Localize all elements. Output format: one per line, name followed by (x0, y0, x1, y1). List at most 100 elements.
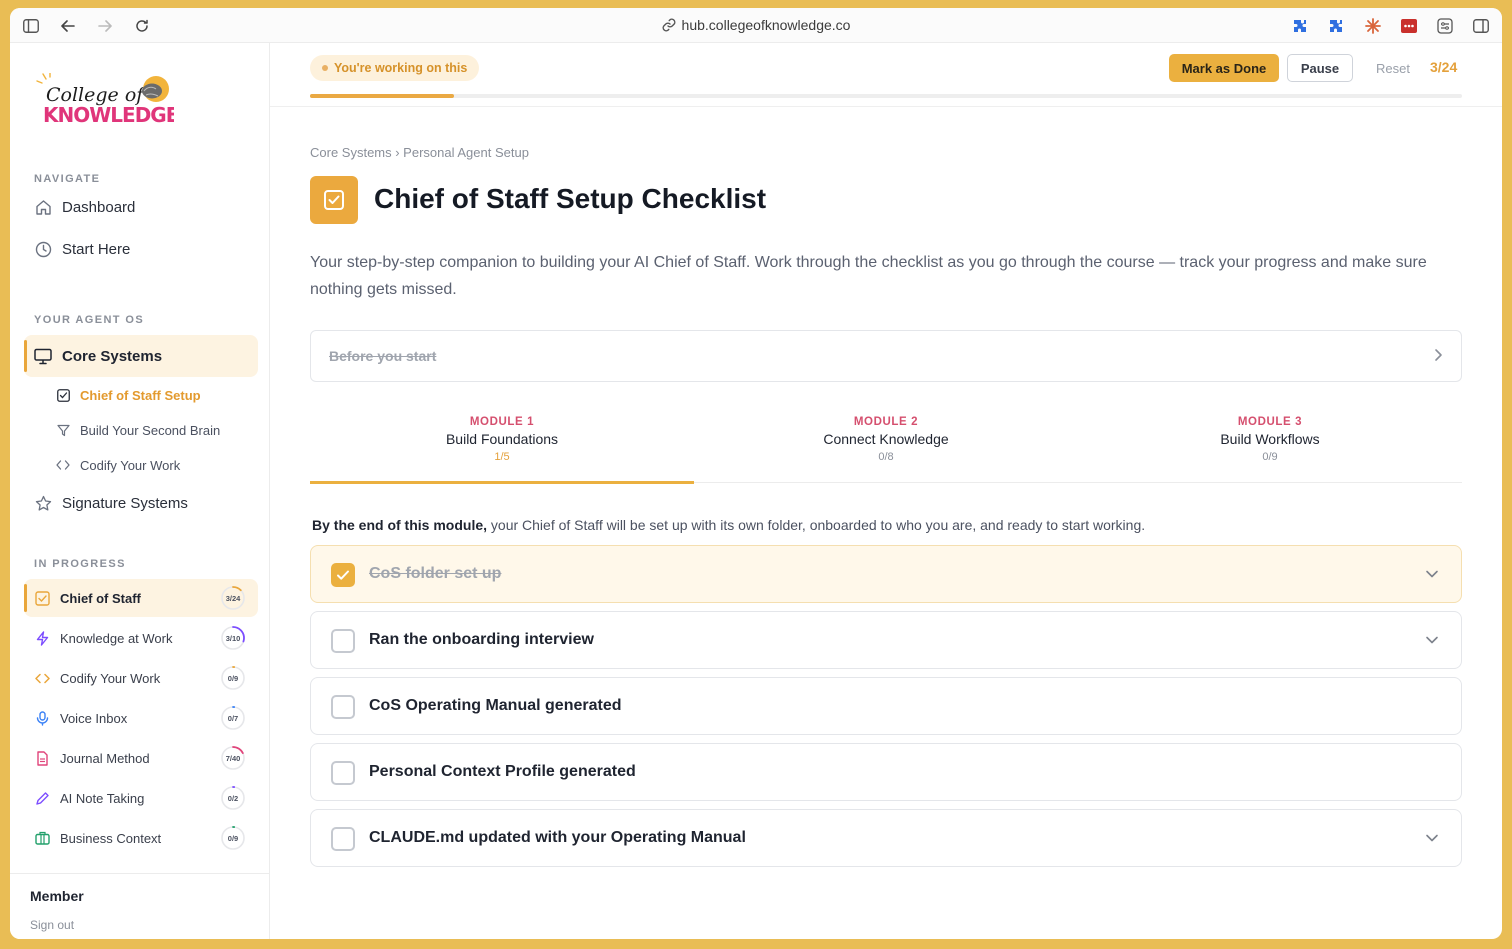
link-icon (662, 18, 676, 35)
chevron-down-icon[interactable] (1425, 566, 1439, 584)
nav-dashboard-label: Dashboard (62, 198, 136, 216)
in-progress-item-label: Journal Method (60, 750, 150, 766)
nav-dashboard[interactable]: Dashboard (24, 187, 258, 227)
main-content: You're working on this Mark as Done Paus… (270, 43, 1502, 939)
checklist-item[interactable]: Personal Context Profile generated (310, 743, 1462, 801)
breadcrumb: Core Systems › Personal Agent Setup (310, 145, 529, 160)
checkbox-icon (56, 388, 70, 402)
progress-ring: 0/9 (220, 825, 246, 851)
in-progress-item-label: AI Note Taking (60, 790, 145, 806)
tab-module-number: MODULE 1 (469, 416, 535, 428)
sub-item-label: Chief of Staff Setup (80, 387, 201, 403)
checklist-item-label: Ran the onboarding interview (369, 631, 594, 648)
checkbox[interactable] (331, 695, 355, 719)
in-progress-item[interactable]: Codify Your Work 0/9 (24, 659, 258, 697)
nav-start-here-label: Start Here (62, 240, 131, 258)
checklist-item-label: CoS folder set up (369, 565, 502, 582)
tab-module-count: 0/8 (878, 451, 894, 463)
sub-item-label: Codify Your Work (80, 457, 181, 473)
checkbox[interactable] (331, 629, 355, 653)
college-of-knowledge-logo[interactable]: College of KNOWLEDGE (34, 72, 180, 129)
divider (270, 106, 1502, 107)
nav-core-systems[interactable]: Core Systems (24, 335, 258, 377)
progress-ring-count: 0/7 (227, 713, 239, 723)
before-you-start-label: Before you start (329, 348, 437, 364)
sub-item-second-brain[interactable]: Build Your Second Brain (56, 416, 220, 444)
nav-core-systems-label: Core Systems (62, 347, 163, 365)
sub-item-chief-of-staff-setup[interactable]: Chief of Staff Setup (56, 381, 201, 409)
before-you-start-card[interactable]: Before you start (310, 330, 1462, 382)
puzzle-extension-icon[interactable] (1291, 17, 1309, 35)
browser-toolbar: hub.collegeofknowledge.co (10, 8, 1502, 43)
mark-as-done-button[interactable]: Mark as Done (1169, 54, 1279, 82)
settings-sliders-icon[interactable] (1436, 17, 1454, 35)
document-icon (34, 750, 50, 766)
progress-bar (310, 94, 1462, 98)
progress-ring-count: 0/9 (227, 833, 239, 843)
intro-text: Your step-by-step companion to building … (310, 254, 1427, 298)
briefcase-icon (34, 830, 50, 846)
progress-ring: 3/24 (220, 585, 246, 611)
checklist-item[interactable]: Ran the onboarding interview (310, 611, 1462, 669)
agent-os-section-label: YOUR AGENT OS (34, 314, 145, 326)
checkbox[interactable] (331, 761, 355, 785)
progress-bar-fill (310, 94, 454, 98)
reset-button[interactable]: Reset (1370, 54, 1416, 82)
split-view-icon[interactable] (1472, 17, 1490, 35)
in-progress-item[interactable]: AI Note Taking 0/2 (24, 779, 258, 817)
page-title: Chief of Staff Setup Checklist (374, 183, 767, 214)
check-icon (337, 570, 349, 580)
checklist-item[interactable]: CoS Operating Manual generated (310, 677, 1462, 735)
tab-module-1[interactable]: MODULE 1 Build Foundations 1/5 (310, 413, 694, 484)
in-progress-item[interactable]: Journal Method 7/40 (24, 739, 258, 777)
tab-module-count: 0/9 (1262, 451, 1278, 463)
puzzle-extension-icon-2[interactable] (1327, 17, 1345, 35)
pen-icon (34, 790, 50, 806)
chevron-down-icon[interactable] (1425, 632, 1439, 650)
sidebar: College of KNOWLEDGE NAVIGATE Dashboard … (10, 43, 270, 939)
claude-extension-icon[interactable] (1364, 17, 1382, 35)
code-icon (34, 670, 50, 686)
clock-icon (34, 240, 52, 258)
in-progress-item[interactable]: Chief of Staff 3/24 (24, 579, 258, 617)
tab-module-2[interactable]: MODULE 2 Connect Knowledge 0/8 (694, 413, 1078, 483)
code-icon (56, 458, 70, 472)
checklist-item[interactable]: CoS folder set up (310, 545, 1462, 603)
sign-out-link[interactable]: Sign out (30, 918, 250, 932)
progress-ring: 0/2 (220, 785, 246, 811)
monitor-icon (34, 347, 52, 365)
sub-item-label: Build Your Second Brain (80, 422, 221, 438)
tab-module-name: Connect Knowledge (823, 431, 949, 447)
progress-ring-count: 0/9 (227, 673, 239, 683)
checkbox[interactable] (331, 827, 355, 851)
in-progress-item-label: Business Context (60, 830, 162, 846)
progress-ring-count: 3/10 (225, 633, 241, 643)
in-progress-item[interactable]: Business Context 0/9 (24, 819, 258, 857)
in-progress-section-label: IN PROGRESS (34, 558, 126, 570)
nav-start-here[interactable]: Start Here (24, 229, 258, 269)
in-progress-item[interactable]: Knowledge at Work 3/10 (24, 619, 258, 657)
nav-signature-systems[interactable]: Signature Systems (24, 483, 258, 523)
sub-item-codify-work[interactable]: Codify Your Work (56, 451, 180, 479)
chevron-right-icon (1433, 348, 1443, 367)
checklist-item[interactable]: CLAUDE.md updated with your Operating Ma… (310, 809, 1462, 867)
in-progress-item-label: Knowledge at Work (60, 630, 173, 646)
more-extension-icon[interactable] (1400, 17, 1418, 35)
tab-module-3[interactable]: MODULE 3 Build Workflows 0/9 (1078, 413, 1462, 483)
module-description-bold: By the end of this module, (312, 517, 488, 533)
checkbox-icon (34, 590, 50, 606)
address-bar[interactable]: hub.collegeofknowledge.co (10, 17, 1502, 35)
browser-window: hub.collegeofknowledge.co College of KNO… (10, 8, 1502, 939)
in-progress-item[interactable]: Voice Inbox 0/7 (24, 699, 258, 737)
module-description-text: your Chief of Staff will be set up with … (487, 517, 1146, 533)
progress-ring: 0/7 (220, 705, 246, 731)
module-tabs: MODULE 1 Build Foundations 1/5 MODULE 2 … (310, 413, 1462, 484)
chevron-down-icon[interactable] (1425, 830, 1439, 848)
member-label: Member (30, 888, 84, 904)
checkbox[interactable] (331, 563, 355, 587)
nav-signature-systems-label: Signature Systems (62, 494, 188, 512)
tab-module-number: MODULE 3 (1237, 416, 1303, 428)
progress-ring-count: 3/24 (225, 593, 241, 603)
pause-button[interactable]: Pause (1287, 54, 1353, 82)
progress-ring-count: 7/40 (225, 753, 241, 763)
